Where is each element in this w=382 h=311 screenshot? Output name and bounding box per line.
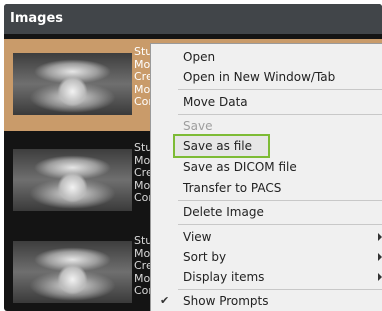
- menu-item-view[interactable]: View: [151, 227, 382, 247]
- menu-item-display-items-label: Display items: [183, 270, 265, 284]
- menu-item-display-items[interactable]: Display items: [151, 267, 382, 287]
- context-menu: Open Open in New Window/Tab Move Data Sa…: [150, 43, 382, 311]
- submenu-arrow-icon: [378, 233, 382, 241]
- submenu-arrow-icon: [378, 253, 382, 261]
- menu-item-move-data[interactable]: Move Data: [151, 92, 382, 112]
- menu-separator: [178, 289, 382, 290]
- menu-item-sort-by[interactable]: Sort by: [151, 247, 382, 267]
- menu-separator: [178, 89, 382, 90]
- menu-item-delete-image[interactable]: Delete Image: [151, 202, 382, 222]
- menu-item-show-prompts[interactable]: ✔ Show Prompts: [151, 291, 382, 311]
- menu-item-save-as-dicom[interactable]: Save as DICOM file: [151, 157, 382, 177]
- checkmark-icon: ✔: [160, 294, 170, 307]
- menu-separator: [178, 200, 382, 201]
- menu-item-view-label: View: [183, 230, 212, 244]
- menu-item-show-prompts-label: Show Prompts: [183, 294, 269, 308]
- menu-item-save-as-file[interactable]: Save as file: [151, 136, 382, 156]
- menu-item-save: Save: [183, 119, 213, 133]
- menu-item-sort-by-label: Sort by: [183, 250, 227, 264]
- menu-separator: [178, 114, 382, 115]
- xray-thumbnail[interactable]: [13, 149, 132, 211]
- menu-item-open[interactable]: Open: [151, 47, 382, 67]
- submenu-arrow-icon: [378, 273, 382, 281]
- menu-item-open-new-window[interactable]: Open in New Window/Tab: [151, 67, 382, 87]
- menu-item-transfer-pacs[interactable]: Transfer to PACS: [151, 178, 382, 198]
- panel-title: Images: [4, 4, 382, 34]
- menu-separator: [178, 224, 382, 225]
- xray-thumbnail[interactable]: [13, 53, 132, 115]
- xray-thumbnail[interactable]: [13, 241, 132, 303]
